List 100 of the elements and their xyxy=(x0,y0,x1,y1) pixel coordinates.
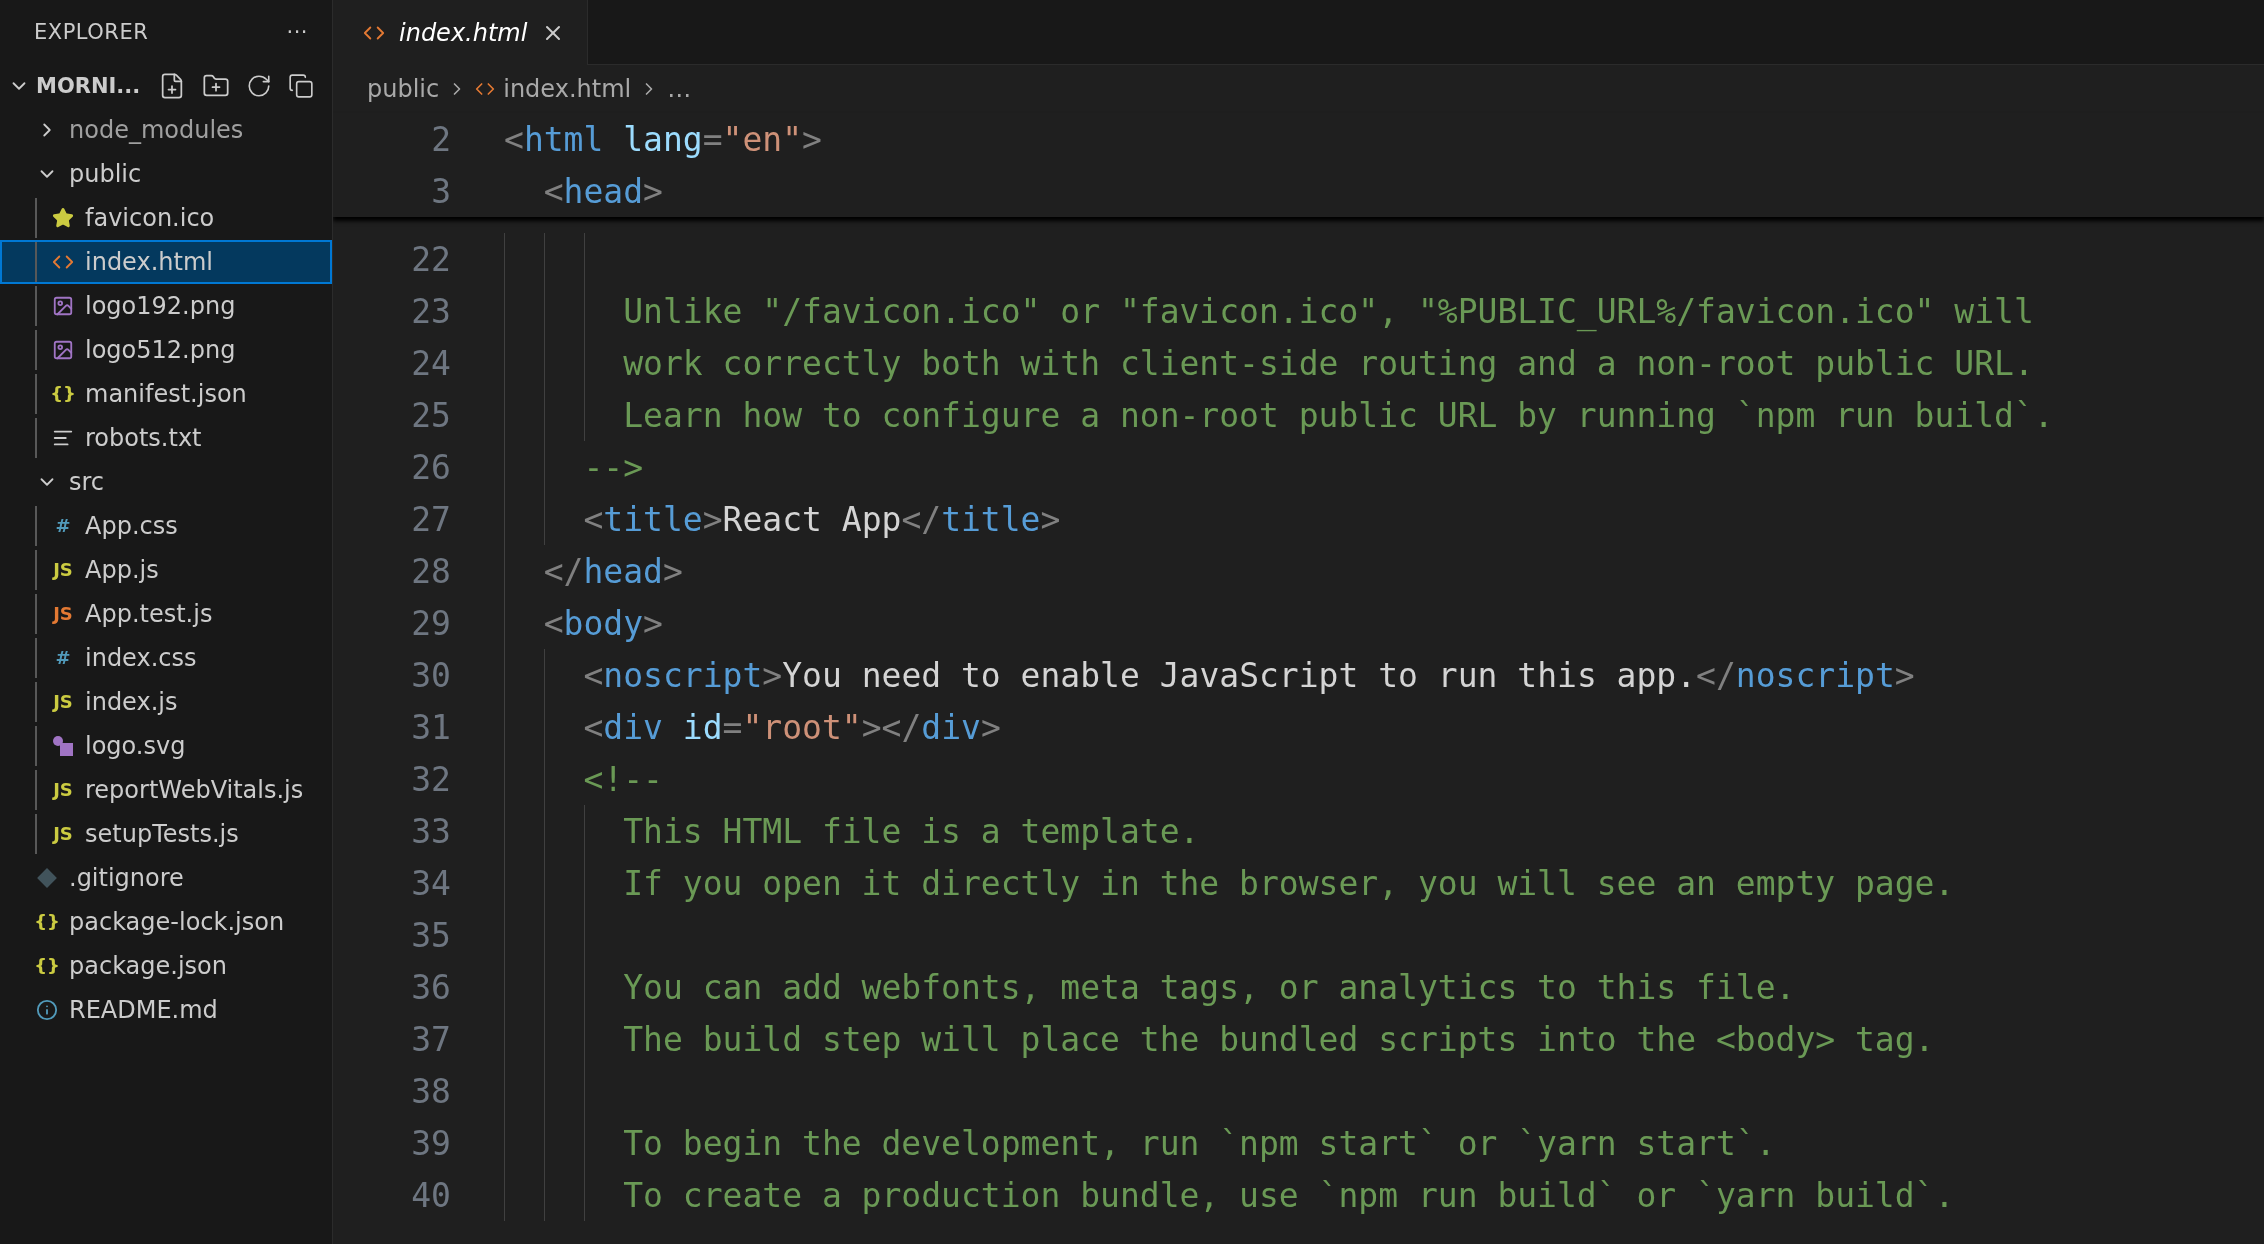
line-number: 27 xyxy=(410,499,451,539)
code-line: The build step will place the bundled scripts into the <body> tag. xyxy=(622,1019,1935,1059)
file-name: logo.svg xyxy=(85,732,186,760)
tree-item[interactable]: JS App.test.js xyxy=(0,592,332,636)
project-root[interactable]: MORNI... xyxy=(0,64,332,108)
code-line: If you open it directly in the browser, you will see an empty page. xyxy=(622,863,1955,903)
code-line: <!-- xyxy=(582,759,663,799)
tree-item[interactable]: src xyxy=(0,460,332,504)
tree-item[interactable]: {} manifest.json xyxy=(0,372,332,416)
tree-item[interactable]: logo192.png xyxy=(0,284,332,328)
tree-item[interactable]: {} package-lock.json xyxy=(0,900,332,944)
line-number: 22 xyxy=(410,239,451,279)
file-name: index.css xyxy=(85,644,197,672)
info-icon xyxy=(36,999,58,1021)
code-line: To create a production bundle, use `npm run build` or `yarn build`. xyxy=(622,1175,1955,1215)
file-name: App.test.js xyxy=(85,600,213,628)
file-name: package-lock.json xyxy=(69,908,285,936)
file-name: public xyxy=(69,160,142,188)
more-actions-button[interactable]: ··· xyxy=(286,20,308,44)
tree-item[interactable]: logo512.png xyxy=(0,328,332,372)
line-number: 37 xyxy=(410,1019,451,1059)
line-number: 38 xyxy=(410,1071,451,1111)
file-name: reportWebVitals.js xyxy=(85,776,304,804)
file-name: favicon.ico xyxy=(85,204,215,232)
tree-item[interactable]: # index.css xyxy=(0,636,332,680)
image-icon xyxy=(52,339,74,361)
sidebar-title: EXPLORER xyxy=(34,20,149,44)
code-line: <noscript>You need to enable JavaScript to run this app.</noscript> xyxy=(582,655,1915,695)
line-number: 28 xyxy=(410,551,451,591)
tree-item[interactable]: JS App.js xyxy=(0,548,332,592)
js-icon: JS xyxy=(53,561,73,579)
js-icon: JS xyxy=(53,605,73,623)
tree-item[interactable]: JS reportWebVitals.js xyxy=(0,768,332,812)
file-name: robots.txt xyxy=(85,424,202,452)
file-name: index.html xyxy=(85,248,213,276)
file-name: package.json xyxy=(69,952,227,980)
project-name: MORNI... xyxy=(36,74,141,98)
code-line: You can add webfonts, meta tags, or analytics to this file. xyxy=(622,967,1796,1007)
hash-icon: # xyxy=(55,649,71,667)
file-name: node_modules xyxy=(69,116,244,144)
line-number: 2 xyxy=(430,119,451,159)
line-number: 35 xyxy=(410,915,451,955)
file-name: App.js xyxy=(85,556,159,584)
line-number: 39 xyxy=(410,1123,451,1163)
code-line: <title>React App</title> xyxy=(582,499,1061,539)
file-name: .gitignore xyxy=(69,864,184,892)
line-number: 33 xyxy=(410,811,451,851)
file-name: logo192.png xyxy=(85,292,236,320)
tree-item[interactable]: public xyxy=(0,152,332,196)
shapes-icon xyxy=(52,735,74,757)
file-name: index.js xyxy=(85,688,178,716)
file-name: App.css xyxy=(85,512,178,540)
code-line: <html lang="en"> xyxy=(504,119,822,159)
tree-item[interactable]: index.html xyxy=(0,240,332,284)
code-line: <div id="root"></div> xyxy=(582,707,1001,747)
breadcrumb-item[interactable]: … xyxy=(667,75,692,103)
file-name: logo512.png xyxy=(85,336,236,364)
tree-item[interactable]: README.md xyxy=(0,988,332,1032)
star-icon xyxy=(52,207,74,229)
js-icon: JS xyxy=(53,693,73,711)
tree-item[interactable]: robots.txt xyxy=(0,416,332,460)
code-line: </head> xyxy=(542,551,683,591)
code-line: work correctly both with client-side routing and a non-root public URL. xyxy=(622,343,2034,383)
braces-icon: {} xyxy=(34,957,60,975)
tree-item[interactable]: .gitignore xyxy=(0,856,332,900)
code-line: <body> xyxy=(542,603,663,643)
file-name: setupTests.js xyxy=(85,820,239,848)
braces-icon: {} xyxy=(34,913,60,931)
tree-item[interactable]: logo.svg xyxy=(0,724,332,768)
tree-item[interactable]: node_modules xyxy=(0,108,332,152)
braces-icon: {} xyxy=(50,385,76,403)
breadcrumb-item[interactable]: public xyxy=(367,75,440,103)
image-icon xyxy=(52,295,74,317)
js-icon: JS xyxy=(53,781,73,799)
line-number: 24 xyxy=(410,343,451,383)
line-number: 25 xyxy=(410,395,451,435)
code-line: <head> xyxy=(542,171,663,211)
js-icon: JS xyxy=(53,825,73,843)
code-line: Learn how to configure a non-root public URL by running `npm run build`. xyxy=(622,395,2054,435)
tree-item[interactable]: {} package.json xyxy=(0,944,332,988)
collapse-icon[interactable] xyxy=(288,73,315,99)
hash-icon: # xyxy=(55,517,71,535)
line-number: 26 xyxy=(410,447,451,487)
code-line: This HTML file is a template. xyxy=(622,811,1200,851)
line-number: 31 xyxy=(410,707,451,747)
line-number: 3 xyxy=(430,171,451,211)
tree-item[interactable]: favicon.ico xyxy=(0,196,332,240)
editor-tab[interactable]: index.html xyxy=(333,0,589,65)
tree-item[interactable]: # App.css xyxy=(0,504,332,548)
refresh-icon[interactable] xyxy=(246,73,273,99)
file-name: src xyxy=(69,468,105,496)
line-number: 40 xyxy=(410,1175,451,1215)
line-number: 30 xyxy=(410,655,451,695)
tree-item[interactable]: JS index.js xyxy=(0,680,332,724)
file-name: manifest.json xyxy=(85,380,247,408)
code-line: Unlike "/favicon.ico" or "favicon.ico", "%PUBLIC_URL%/favicon.ico" will xyxy=(622,291,2034,331)
tree-item[interactable]: JS setupTests.js xyxy=(0,812,332,856)
line-number: 23 xyxy=(410,291,451,331)
breadcrumb-item[interactable]: index.html xyxy=(503,75,632,103)
line-number: 36 xyxy=(410,967,451,1007)
